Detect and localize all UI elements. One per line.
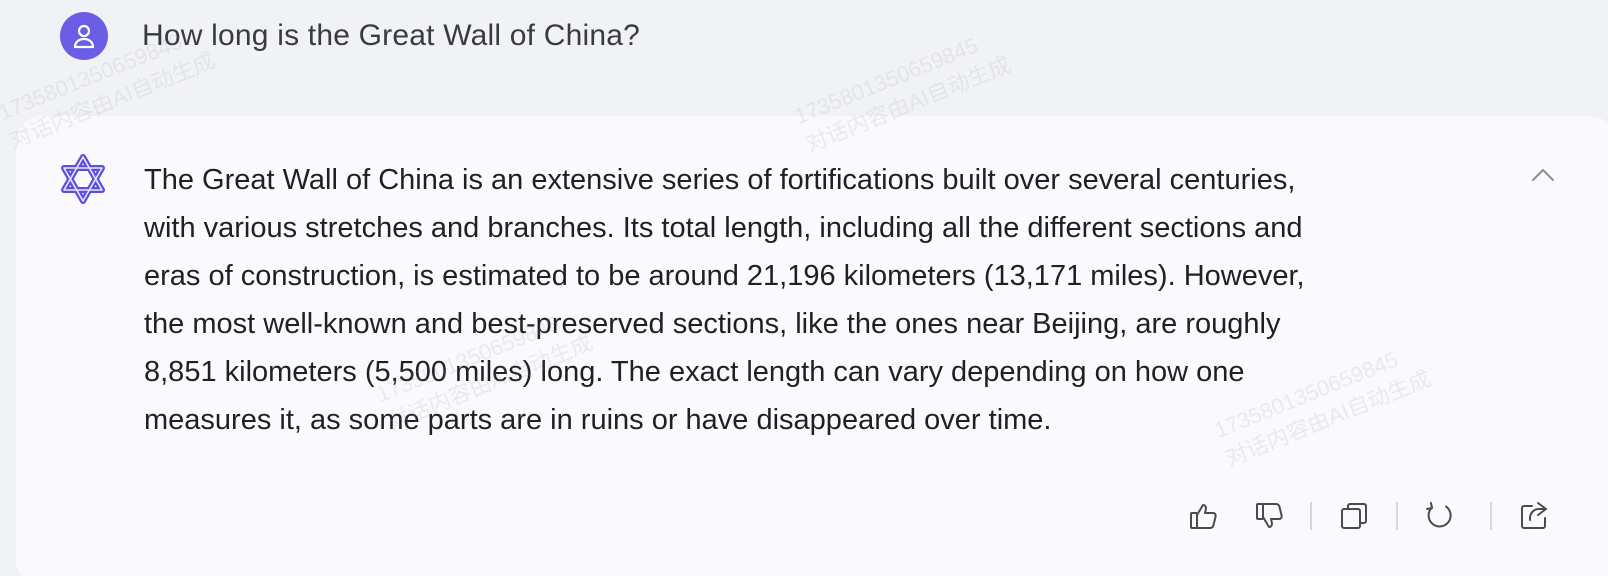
share-button[interactable] [1516, 498, 1552, 534]
share-icon [1521, 502, 1547, 529]
copy-button[interactable] [1336, 498, 1372, 534]
answer-line: with various stretches and branches. Its… [144, 212, 1303, 244]
thumbs-down-icon [1256, 503, 1283, 528]
qwen-logo-icon [58, 154, 108, 204]
user-question-text: How long is the Great Wall of China? [142, 19, 640, 52]
answer-line: the most well-known and best-preserved s… [144, 308, 1281, 340]
answer-line: measures it, as some parts are in ruins … [144, 404, 1052, 436]
answer-line: eras of construction, is estimated to be… [144, 260, 1305, 292]
answer-line: The Great Wall of China is an extensive … [144, 164, 1296, 196]
collapse-button[interactable] [1528, 164, 1558, 188]
like-button[interactable] [1186, 498, 1222, 534]
user-avatar [60, 12, 108, 60]
thumbs-up-icon [1190, 504, 1217, 529]
user-message: How long is the Great Wall of China? [60, 12, 640, 60]
answer-line: 8,851 kilometers (5,500 miles) long. The… [144, 356, 1245, 388]
chevron-up-icon [1532, 169, 1554, 181]
copy-icon [1341, 503, 1367, 529]
dislike-button[interactable] [1252, 498, 1288, 534]
regenerate-button[interactable] [1422, 498, 1458, 534]
user-icon [73, 24, 95, 49]
assistant-answer-text: The Great Wall of China is an extensive … [144, 156, 1494, 444]
assistant-answer-card: The Great Wall of China is an extensive … [16, 116, 1608, 576]
message-actions [1186, 498, 1552, 534]
divider [1396, 502, 1398, 530]
chat-page: 1735801350659845 对话内容由AI自动生成 17358013506… [0, 0, 1608, 576]
divider [1490, 502, 1492, 530]
regenerate-icon [1426, 502, 1452, 528]
divider [1310, 502, 1312, 530]
